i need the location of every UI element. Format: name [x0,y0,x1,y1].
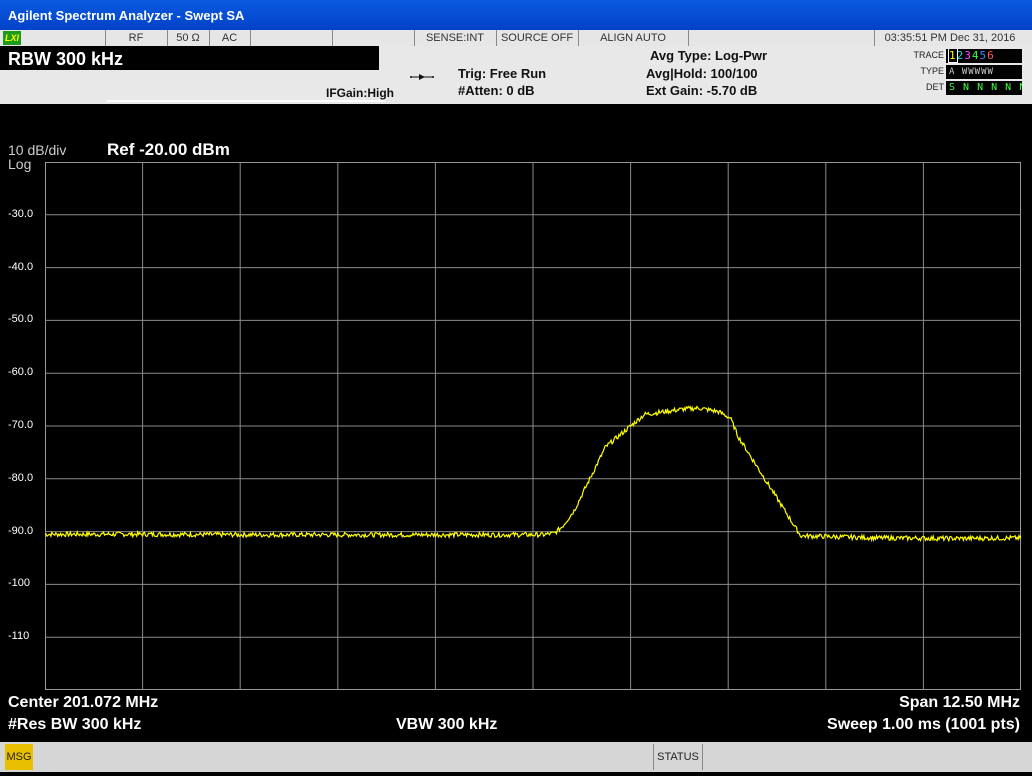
align-indicator: ALIGN AUTO [578,30,689,46]
avg-hold: Avg|Hold: 100/100 [646,66,758,81]
log-label: Log [8,156,32,172]
det-label: DET [926,82,944,92]
center-frequency: Center 201.072 MHz [8,694,159,711]
trigger-status: Trig: Free Run [458,66,547,81]
window-title: Agilent Spectrum Analyzer - Swept SA [8,8,245,23]
trace-number-6[interactable]: 6 [987,49,995,62]
impedance-indicator: 50 Ω [167,30,210,46]
y-tick-label: -60.0 [8,366,34,379]
y-tick-label: -30.0 [8,207,34,220]
bottom-annotations: Center 201.072 MHz Span 12.50 MHz #Res B… [0,692,1032,740]
rbw-display: RBW 300 kHz [0,46,379,70]
trigger-arrow-icon [410,74,434,80]
header-divider [107,100,385,102]
msg-button[interactable]: MSG [5,744,33,770]
trace-type: A WWWWW [946,65,1022,79]
measurement-header: RBW 300 kHz IFGain:High Trig: Free Run #… [0,46,1032,104]
status-button[interactable]: STATUS [653,744,703,770]
trace-number-3[interactable]: 3 [964,49,972,62]
trace-number-5[interactable]: 5 [980,49,988,62]
y-tick-label: -110 [8,630,30,643]
rf-indicator: RF [105,30,168,46]
spectrum-plot [45,162,1021,690]
y-tick-label: -40.0 [8,260,34,273]
span: Span 12.50 MHz [899,694,1020,711]
trace-number-1[interactable]: 1 [948,49,958,63]
source-indicator: SOURCE OFF [496,30,579,46]
sweep: Sweep 1.00 ms (1001 pts) [827,716,1020,733]
date-time: 03:35:51 PM Dec 31, 2016 [884,32,1016,44]
y-tick-label: -80.0 [8,471,34,484]
ifgain-label: IFGain:High [326,86,394,100]
y-tick-label: -90.0 [8,524,34,537]
status-strip: LXI RF 50 Ω AC SENSE:INT SOURCE OFF ALIG… [0,30,1032,46]
vbw: VBW 300 kHz [396,716,498,733]
y-tick-label: -100 [8,577,31,590]
lxi-icon: LXI [3,31,21,45]
window-title-bar: Agilent Spectrum Analyzer - Swept SA [0,0,1032,30]
trace-number-4[interactable]: 4 [972,49,980,62]
status-bar: MSG STATUS [0,742,1032,772]
trace-detector: S N N N N N [946,81,1022,95]
spectrum-display: 10 dB/div Log Ref -20.00 dBm -30.0 -40.0-… [0,104,1032,692]
avg-type: Avg Type: Log-Pwr [650,48,767,63]
coupling-indicator: AC [209,30,251,46]
trace-selector[interactable]: 123456 [946,49,1022,63]
type-label: TYPE [920,66,944,76]
ext-gain: Ext Gain: -5.70 dB [646,83,758,98]
ref-level: Ref -20.00 dBm [107,140,230,159]
y-tick-label: -50.0 [8,313,34,326]
res-bw: #Res BW 300 kHz [8,716,142,733]
attenuation-status: #Atten: 0 dB [458,83,535,98]
trace-label: TRACE [913,50,944,60]
y-tick-label: -70.0 [8,419,34,431]
sense-indicator: SENSE:INT [414,30,497,46]
